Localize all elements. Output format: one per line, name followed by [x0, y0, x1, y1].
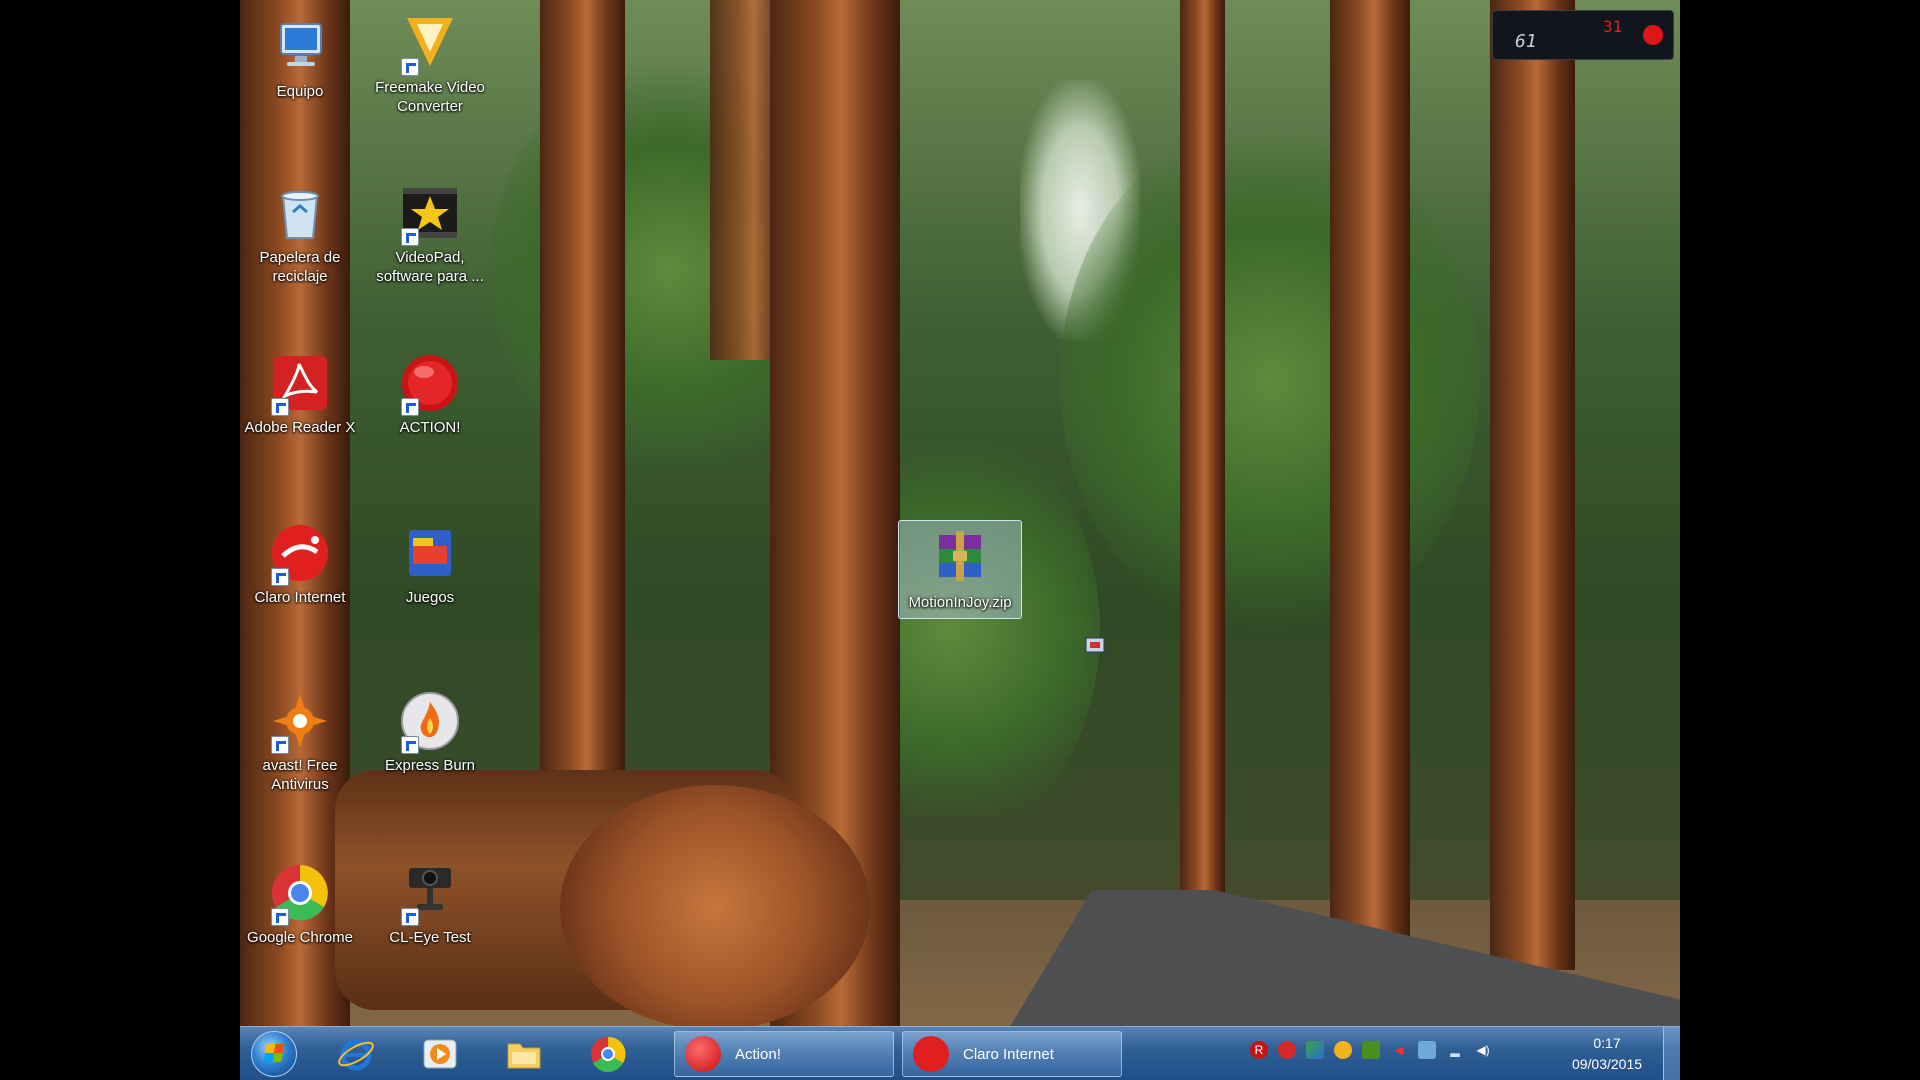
taskbar-pin-media-player[interactable] — [408, 1031, 472, 1077]
media-player-icon — [423, 1039, 457, 1069]
show-desktop-button[interactable] — [1663, 1027, 1680, 1080]
desktop-icon-cl-eye-test[interactable]: CL-Eye Test — [370, 862, 490, 947]
norton-icon[interactable] — [1334, 1041, 1352, 1059]
icon-label: Express Burn — [384, 757, 476, 774]
system-tray: R ◀ ▂ ◀) — [1250, 1041, 1492, 1059]
taskbar-task-action[interactable]: Action! — [674, 1031, 894, 1077]
desktop-icon-action[interactable]: ACTION! — [370, 352, 490, 437]
desktop-icon-express-burn[interactable]: Express Burn — [370, 690, 490, 775]
winrar-archive-icon — [929, 527, 991, 589]
clock-date: 09/03/2015 — [1571, 1056, 1643, 1072]
task-label: Claro Internet — [963, 1045, 1054, 1063]
computer-icon — [269, 16, 331, 78]
claro-icon — [269, 522, 331, 586]
wallpaper-log-end — [560, 785, 870, 1030]
nvidia-icon[interactable] — [1362, 1041, 1380, 1059]
taskbar-pin-internet-explorer[interactable] — [324, 1031, 388, 1077]
folder-icon — [507, 1043, 541, 1069]
express-burn-icon — [399, 690, 461, 754]
arrow-icon[interactable]: ◀ — [1390, 1041, 1408, 1059]
volume-icon[interactable]: ◀) — [1474, 1041, 1492, 1059]
windows-start-icon — [251, 1031, 297, 1077]
record-dot-icon — [1643, 25, 1663, 45]
wallpaper-tree — [1330, 0, 1410, 960]
recorder-indicator: 31 — [1603, 17, 1623, 36]
desktop-icon-videopad[interactable]: VideoPad, software para ... — [370, 182, 490, 286]
icon-label: Equipo — [276, 83, 324, 100]
fps-counter: 61 — [1515, 31, 1537, 52]
shortcut-arrow-icon — [271, 398, 289, 416]
stop-icon[interactable] — [1278, 1041, 1296, 1059]
icon-label: avast! Free Antivirus — [262, 757, 338, 793]
wallpaper-foliage — [1060, 120, 1480, 640]
icon-label: Papelera de reciclaje — [259, 249, 341, 285]
shortcut-arrow-icon — [401, 228, 419, 246]
shortcut-arrow-icon — [401, 908, 419, 926]
icon-label: CL-Eye Test — [389, 929, 471, 946]
shortcut-arrow-icon — [401, 58, 419, 76]
adobe-reader-icon — [269, 352, 331, 416]
desktop-icon-juegos[interactable]: Juegos — [370, 522, 490, 607]
games-icon — [399, 522, 461, 584]
icon-label: Juegos — [405, 589, 455, 606]
desktop-icon-equipo[interactable]: Equipo — [240, 16, 360, 101]
desktop-icon-motioninjoy-zip[interactable]: MotionInJoy.zip — [898, 520, 1022, 619]
shortcut-arrow-icon — [271, 568, 289, 586]
tray-r-icon[interactable]: R — [1250, 1041, 1268, 1059]
claro-icon — [913, 1036, 949, 1072]
action-icon — [685, 1036, 721, 1072]
action-icon — [399, 352, 461, 416]
taskbar-pin-chrome[interactable] — [576, 1031, 640, 1077]
recorder-overlay[interactable]: 61 31 — [1492, 10, 1674, 60]
task-label: Action! — [735, 1045, 781, 1063]
videopad-icon — [399, 182, 461, 246]
icon-label: ACTION! — [399, 419, 461, 436]
webcam-icon — [399, 862, 461, 926]
desktop-icon-freemake[interactable]: Freemake Video Converter — [370, 12, 490, 116]
desktop-icon-google-chrome[interactable]: Google Chrome — [240, 862, 360, 947]
taskbar: Action! Claro Internet R ◀ ▂ ◀) 0:17 09/… — [240, 1026, 1680, 1080]
wallpaper-tree — [1180, 0, 1225, 950]
desktop-icon-avast[interactable]: avast! Free Antivirus — [240, 690, 360, 794]
shortcut-arrow-icon — [271, 908, 289, 926]
avast-icon — [269, 690, 331, 754]
desktop-screen: 61 31 Equipo Freemake Video Converter Pa… — [240, 0, 1680, 1080]
shortcut-arrow-icon — [401, 398, 419, 416]
wallpaper-tree — [1490, 0, 1575, 970]
recycle-bin-icon — [269, 182, 331, 244]
monitor-icon[interactable] — [1418, 1041, 1436, 1059]
taskbar-pin-explorer[interactable] — [492, 1031, 556, 1077]
shortcut-arrow-icon — [271, 736, 289, 754]
signal-icon[interactable]: ▂ — [1446, 1041, 1464, 1059]
network-icon[interactable] — [1306, 1041, 1324, 1059]
chrome-icon — [269, 862, 331, 926]
icon-label: Claro Internet — [254, 589, 346, 606]
icon-label: VideoPad, software para ... — [376, 249, 484, 285]
clock-time: 0:17 — [1593, 1035, 1621, 1051]
drag-cursor-icon — [1082, 632, 1108, 658]
desktop-icon-adobe-reader[interactable]: Adobe Reader X — [240, 352, 360, 437]
icon-label: Google Chrome — [247, 929, 353, 946]
clock[interactable]: 0:17 09/03/2015 — [1552, 1033, 1662, 1075]
icon-label: Adobe Reader X — [244, 419, 356, 436]
internet-explorer-icon — [338, 1039, 374, 1071]
wallpaper-tree — [540, 0, 625, 780]
start-button[interactable] — [248, 1031, 300, 1077]
desktop-icon-recycle-bin[interactable]: Papelera de reciclaje — [240, 182, 360, 286]
taskbar-task-claro-internet[interactable]: Claro Internet — [902, 1031, 1122, 1077]
desktop-icon-claro-internet[interactable]: Claro Internet — [240, 522, 360, 607]
shortcut-arrow-icon — [401, 736, 419, 754]
freemake-icon — [399, 12, 461, 76]
icon-label: Freemake Video Converter — [375, 79, 485, 115]
icon-label: MotionInJoy.zip — [908, 594, 1012, 611]
chrome-icon — [591, 1036, 626, 1072]
